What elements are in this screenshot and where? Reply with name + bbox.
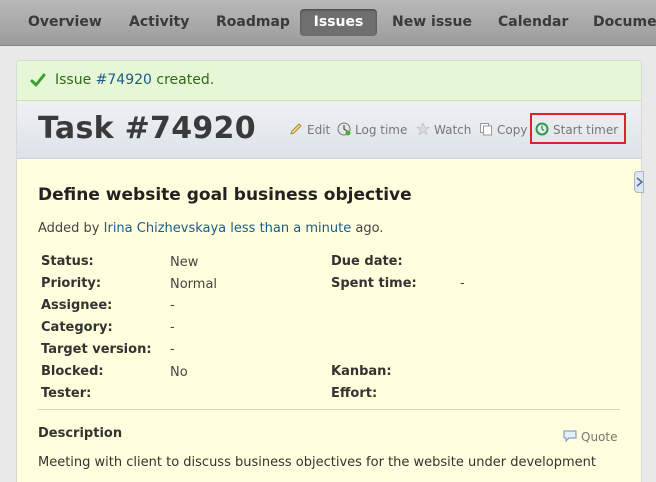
blocked-label: Blocked: [41,364,104,379]
flash-prefix: Issue [55,72,96,88]
issue-link[interactable]: #74920 [96,72,152,88]
kanban-label: Kanban: [331,364,392,379]
copy-button[interactable]: Copy [479,122,527,140]
category-label: Category: [41,320,113,335]
tab-activity[interactable]: Activity [121,9,197,36]
checkmark-icon [30,73,46,87]
quote-label: Quote [581,430,618,444]
quote-button[interactable]: Quote [563,430,617,444]
description-title: Description [38,426,123,441]
author-line: Added by Irina Chizhevskaya less than a … [38,221,383,236]
effort-label: Effort: [331,386,378,401]
page-title: Task #74920 [38,111,256,146]
due-date-label: Due date: [331,254,403,269]
clock-icon [337,122,351,136]
edit-label: Edit [307,123,331,137]
status-label: Status: [41,254,94,269]
edit-button[interactable]: Edit [289,122,330,140]
flash-message: Issue #74920 created. [55,72,214,88]
blocked-value: No [170,365,188,380]
assignee-label: Assignee: [41,298,113,313]
author-link[interactable]: Irina Chizhevskaya [104,221,227,236]
added-by-prefix: Added by [38,221,104,236]
log-time-label: Log time [355,123,408,137]
tester-label: Tester: [41,386,92,401]
tab-overview[interactable]: Overview [20,9,110,36]
tab-issues[interactable]: Issues [300,9,377,36]
star-icon [416,122,430,136]
watch-button[interactable]: Watch [416,122,471,140]
description-text: Meeting with client to discuss business … [38,455,596,470]
flash-notice: Issue #74920 created. [17,61,641,101]
assignee-value: - [170,298,175,313]
sidebar-toggle[interactable] [634,171,644,193]
category-value: - [170,320,175,335]
highlight-frame [530,113,626,144]
divider [38,409,620,410]
pencil-icon [290,123,302,135]
target-version-label: Target version: [41,342,152,357]
watch-label: Watch [434,123,472,137]
copy-label: Copy [497,123,528,137]
quote-icon [563,430,577,442]
copy-icon [480,123,492,136]
chevron-right-icon [636,177,643,187]
spent-time-label: Spent time: [331,276,417,291]
log-time-button[interactable]: Log time [337,122,407,140]
tab-calendar[interactable]: Calendar [490,9,576,36]
priority-value: Normal [170,277,218,292]
tab-documents[interactable]: Documents [585,9,656,36]
tab-roadmap[interactable]: Roadmap [208,9,298,36]
status-value: New [170,255,199,270]
target-version-value: - [170,342,175,357]
created-time-link[interactable]: less than a minute [230,221,351,236]
issue-subject: Define website goal business objective [38,185,412,205]
added-suffix: ago. [351,221,384,236]
spent-time-value: - [460,276,465,291]
flash-suffix: created. [151,72,215,88]
main-menu: Overview Activity Roadmap Issues New iss… [0,0,656,46]
tab-new-issue[interactable]: New issue [384,9,480,36]
priority-label: Priority: [41,276,102,291]
